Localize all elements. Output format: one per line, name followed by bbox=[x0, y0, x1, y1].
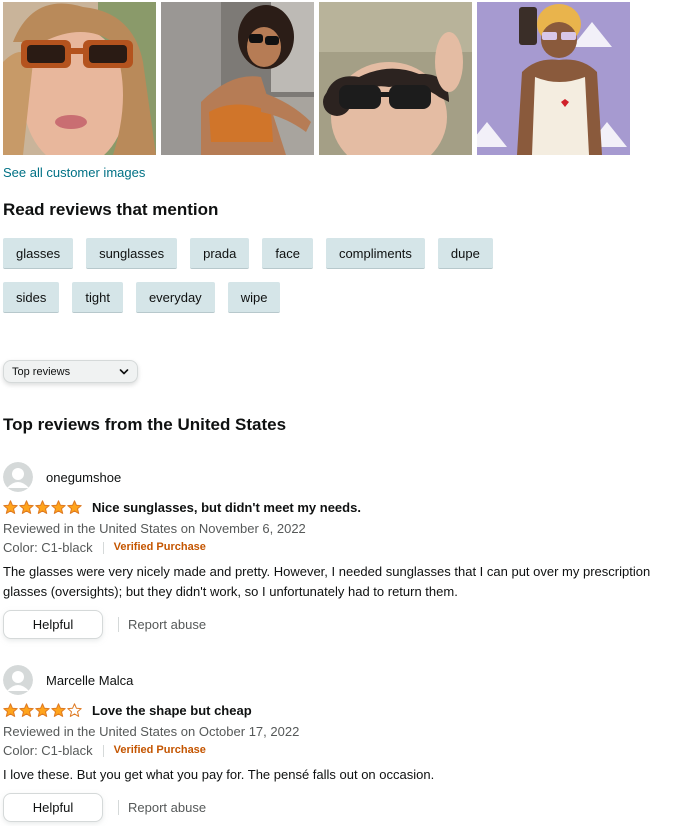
review-card: onegumshoe Nice sunglasses, but didn't m… bbox=[3, 462, 663, 639]
avatar bbox=[3, 665, 33, 695]
helpful-button[interactable]: Helpful bbox=[3, 610, 103, 639]
review-body: The glasses were very nicely made and pr… bbox=[3, 564, 651, 599]
star-filled-icon bbox=[67, 499, 82, 514]
mention-chip-row-2: sides tight everyday wipe bbox=[3, 282, 643, 313]
review-title-row: Nice sunglasses, but didn't meet my need… bbox=[3, 497, 663, 517]
star-rating[interactable] bbox=[3, 702, 82, 718]
star-rating[interactable] bbox=[3, 499, 82, 515]
star-filled-icon bbox=[3, 499, 18, 514]
report-abuse-link[interactable]: Report abuse bbox=[118, 800, 206, 815]
chip-sides[interactable]: sides bbox=[3, 282, 60, 313]
divider bbox=[102, 744, 104, 757]
review-variant-row: Color: C1-black Verified Purchase bbox=[3, 538, 663, 557]
review-title[interactable]: Nice sunglasses, but didn't meet my need… bbox=[92, 500, 361, 515]
reviewer-name[interactable]: Marcelle Malca bbox=[46, 673, 133, 688]
customer-image-3[interactable] bbox=[319, 2, 472, 155]
chip-prada[interactable]: prada bbox=[190, 238, 250, 269]
chip-dupe[interactable]: dupe bbox=[437, 238, 493, 269]
review-date: Reviewed in the United States on Novembe… bbox=[3, 521, 306, 536]
mention-chips: glasses sunglasses prada face compliment… bbox=[3, 238, 643, 326]
review-actions: Helpful Report abuse bbox=[3, 793, 663, 822]
chip-face[interactable]: face bbox=[262, 238, 313, 269]
star-filled-icon bbox=[35, 499, 50, 514]
review-title[interactable]: Love the shape but cheap bbox=[92, 703, 252, 718]
chip-glasses[interactable]: glasses bbox=[3, 238, 74, 269]
star-filled-icon bbox=[3, 702, 18, 717]
avatar bbox=[3, 462, 33, 492]
top-reviews-heading: Top reviews from the United States bbox=[3, 415, 287, 434]
mentions-heading: Read reviews that mention bbox=[3, 200, 219, 219]
chip-compliments[interactable]: compliments bbox=[325, 238, 425, 269]
divider bbox=[102, 541, 104, 554]
sort-dropdown[interactable]: Top reviews bbox=[3, 360, 138, 383]
reviewer-name[interactable]: onegumshoe bbox=[46, 470, 121, 485]
verified-purchase-badge: Verified Purchase bbox=[113, 541, 206, 553]
customer-image-4[interactable] bbox=[477, 2, 630, 155]
report-abuse-link[interactable]: Report abuse bbox=[118, 617, 206, 632]
review-title-row: Love the shape but cheap bbox=[3, 700, 663, 720]
customer-images-gallery bbox=[3, 2, 630, 155]
verified-purchase-badge: Verified Purchase bbox=[113, 744, 206, 756]
star-filled-icon bbox=[35, 702, 50, 717]
star-filled-icon bbox=[19, 702, 34, 717]
see-all-customer-images-link[interactable]: See all customer images bbox=[3, 165, 145, 180]
mention-chip-row-1: glasses sunglasses prada face compliment… bbox=[3, 238, 643, 269]
star-filled-icon bbox=[51, 499, 66, 514]
sort-selected-label: Top reviews bbox=[12, 365, 71, 378]
star-empty-icon bbox=[67, 702, 82, 717]
customer-image-2[interactable] bbox=[161, 2, 314, 155]
star-filled-icon bbox=[19, 499, 34, 514]
chip-everyday[interactable]: everyday bbox=[135, 282, 215, 313]
chip-sunglasses[interactable]: sunglasses bbox=[86, 238, 178, 269]
review-variant-row: Color: C1-black Verified Purchase bbox=[3, 741, 663, 760]
chevron-down-icon bbox=[119, 368, 129, 374]
review-actions: Helpful Report abuse bbox=[3, 610, 663, 639]
customer-image-1[interactable] bbox=[3, 2, 156, 155]
review-variant[interactable]: Color: C1-black bbox=[3, 741, 93, 760]
helpful-button[interactable]: Helpful bbox=[3, 793, 103, 822]
review-card: Marcelle Malca Love the shape but cheap … bbox=[3, 665, 663, 822]
chip-tight[interactable]: tight bbox=[72, 282, 123, 313]
review-variant[interactable]: Color: C1-black bbox=[3, 538, 93, 557]
review-body: I love these. But you get what you pay f… bbox=[3, 767, 435, 782]
chip-wipe[interactable]: wipe bbox=[227, 282, 281, 313]
review-header: onegumshoe bbox=[3, 462, 663, 492]
review-date: Reviewed in the United States on October… bbox=[3, 724, 300, 739]
star-filled-icon bbox=[51, 702, 66, 717]
review-header: Marcelle Malca bbox=[3, 665, 663, 695]
